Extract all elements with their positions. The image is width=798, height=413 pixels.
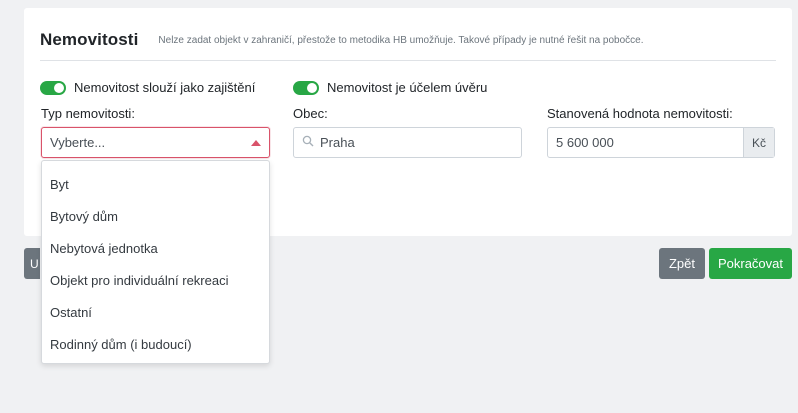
continue-button[interactable]: Pokračovat [709, 248, 792, 279]
property-value-input[interactable]: 5 600 000 Kč [547, 127, 775, 158]
card-title: Nemovitosti [40, 30, 139, 49]
partially-hidden-button[interactable]: U [24, 248, 40, 279]
collateral-toggle-label: Nemovitost slouží jako zajištění [74, 80, 256, 95]
currency-addon: Kč [743, 128, 774, 157]
dropdown-option[interactable]: Rodinný dům (i budoucí) [50, 337, 192, 352]
divider [40, 60, 776, 61]
loan-purpose-toggle-label: Nemovitost je účelem úvěru [327, 80, 488, 95]
dropdown-option[interactable]: Objekt pro individuální rekreaci [50, 273, 228, 288]
city-input[interactable]: Praha [293, 127, 522, 158]
type-label: Typ nemovitosti: [41, 106, 135, 121]
dropdown-option[interactable]: Ostatní [50, 305, 92, 320]
collateral-switch[interactable] [40, 80, 66, 95]
caret-up-icon [251, 140, 261, 146]
property-type-select-value: Vyberte... [50, 135, 106, 150]
dropdown-option[interactable]: Byt [50, 177, 69, 192]
city-label: Obec: [293, 106, 328, 121]
card-header: Nemovitosti Nelze zadat objekt v zahrani… [40, 30, 776, 50]
dropdown-option[interactable]: Bytový dům [50, 209, 118, 224]
value-label: Stanovená hodnota nemovitosti: [547, 106, 733, 121]
search-icon [302, 135, 314, 150]
partially-hidden-button-label: U [30, 256, 39, 271]
loan-purpose-switch[interactable] [293, 80, 319, 95]
property-type-dropdown: Byt Bytový dům Nebytová jednotka Objekt … [41, 160, 270, 364]
dropdown-option[interactable]: Nebytová jednotka [50, 241, 158, 256]
back-button[interactable]: Zpět [659, 248, 705, 279]
card-note: Nelze zadat objekt v zahraničí, přestože… [158, 35, 644, 46]
property-value-text: 5 600 000 [556, 135, 614, 150]
property-type-select[interactable]: Vyberte... [41, 127, 270, 158]
loan-purpose-toggle-row[interactable]: Nemovitost je účelem úvěru [293, 80, 487, 95]
collateral-toggle-row[interactable]: Nemovitost slouží jako zajištění [40, 80, 255, 95]
city-input-value: Praha [320, 135, 355, 150]
